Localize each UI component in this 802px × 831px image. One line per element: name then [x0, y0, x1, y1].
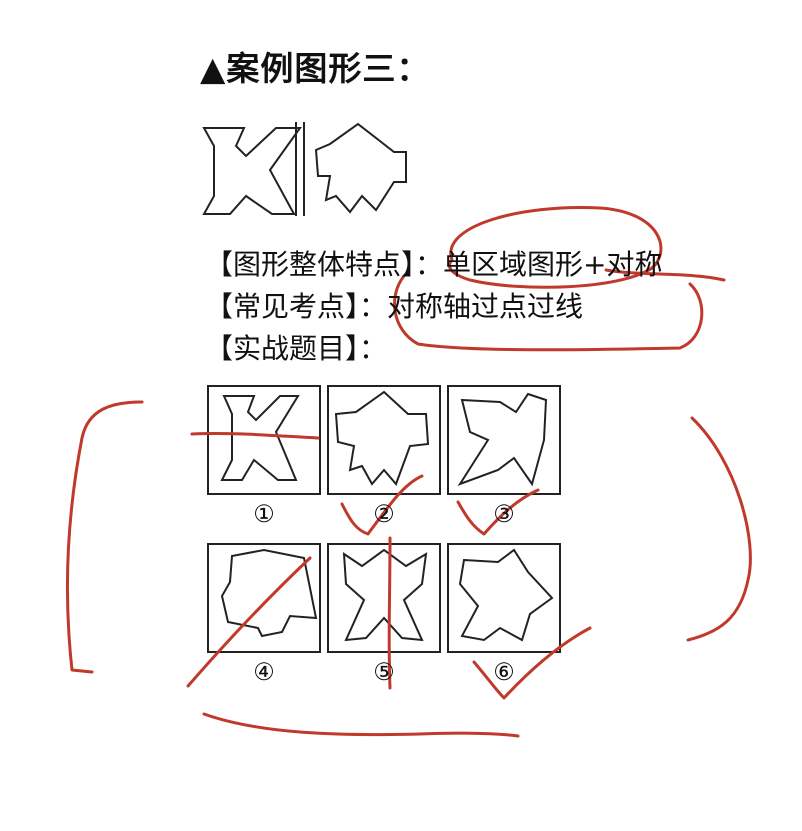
shape-1-k [220, 395, 300, 481]
option-label-5: ⑤ [373, 658, 395, 686]
option-box-2 [327, 385, 441, 495]
option-label-6: ⑥ [493, 658, 515, 686]
bottom-underline [202, 712, 520, 738]
shape-6-star [458, 548, 554, 642]
option-label-4: ④ [253, 658, 275, 686]
example-k-shape [202, 127, 302, 215]
overall-features-line: 【图形整体特点】：单区域图形+对称 [205, 248, 663, 281]
example-figures [202, 122, 407, 216]
option-label-2: ② [373, 500, 395, 528]
shape-3-bird [457, 392, 548, 487]
shape-2-arrow [334, 390, 430, 486]
example-arrow-shape [314, 122, 407, 214]
common-points-line: 【常见考点】：对称轴过点过线 [205, 290, 584, 323]
option-box-1 [207, 385, 321, 495]
right-paren [686, 416, 752, 642]
left-paren [65, 400, 144, 674]
shape-5-x [342, 548, 428, 642]
option-label-3: ③ [493, 500, 515, 528]
shape-4-blob [220, 548, 318, 638]
cross-line-1 [190, 431, 320, 440]
practice-line: 【实战题目】： [205, 332, 388, 365]
option-label-1: ① [253, 500, 275, 528]
figure-canvas [65, 122, 752, 738]
